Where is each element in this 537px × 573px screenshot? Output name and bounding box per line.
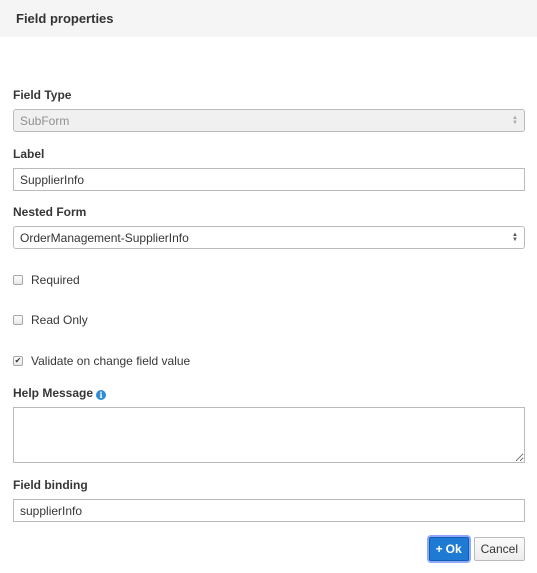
validate-checkbox-row[interactable]: ✔ Validate on change field value	[13, 354, 190, 368]
field-binding-group: Field binding	[13, 478, 525, 522]
help-message-textarea[interactable]	[13, 407, 525, 463]
read-only-checkbox-row[interactable]: Read Only	[13, 313, 88, 327]
field-type-select[interactable]: SubForm ▲ ▼	[13, 109, 525, 132]
modal-header: Field properties	[0, 0, 537, 37]
help-message-label: Help Message i	[13, 386, 525, 400]
field-binding-input[interactable]	[13, 499, 525, 522]
ok-button[interactable]: + Ok	[428, 537, 469, 561]
read-only-label: Read Only	[31, 313, 88, 327]
validate-checkbox[interactable]: ✔	[13, 356, 23, 366]
help-message-group: Help Message i	[13, 386, 525, 463]
select-arrows-icon: ▲ ▼	[512, 114, 518, 126]
field-type-group: Field Type SubForm ▲ ▼	[13, 88, 525, 132]
nested-form-label: Nested Form	[13, 205, 87, 219]
required-checkbox-row[interactable]: Required	[13, 273, 80, 287]
nested-form-value: OrderManagement-SupplierInfo	[20, 230, 189, 245]
ok-label: Ok	[445, 542, 462, 556]
validate-label: Validate on change field value	[31, 354, 191, 368]
field-binding-label: Field binding	[13, 478, 88, 492]
nested-form-group: Nested Form OrderManagement-SupplierInfo…	[13, 205, 525, 249]
label-group: Label	[13, 147, 525, 191]
info-icon[interactable]: i	[96, 390, 107, 400]
plus-icon: +	[435, 542, 443, 556]
select-arrows-icon: ▲ ▼	[512, 231, 518, 243]
modal-title: Field properties	[16, 11, 114, 26]
read-only-checkbox[interactable]	[13, 315, 23, 325]
nested-form-select[interactable]: OrderManagement-SupplierInfo ▲ ▼	[13, 226, 525, 249]
cancel-button[interactable]: Cancel	[473, 537, 525, 561]
label-input[interactable]	[13, 168, 525, 191]
label-label: Label	[13, 147, 45, 161]
field-type-value: SubForm	[20, 113, 70, 128]
checkmark-icon: ✔	[14, 356, 22, 365]
field-type-label: Field Type	[13, 88, 72, 102]
required-label: Required	[31, 273, 80, 287]
required-checkbox[interactable]	[13, 275, 23, 285]
modal-footer: + Ok Cancel	[428, 537, 525, 561]
